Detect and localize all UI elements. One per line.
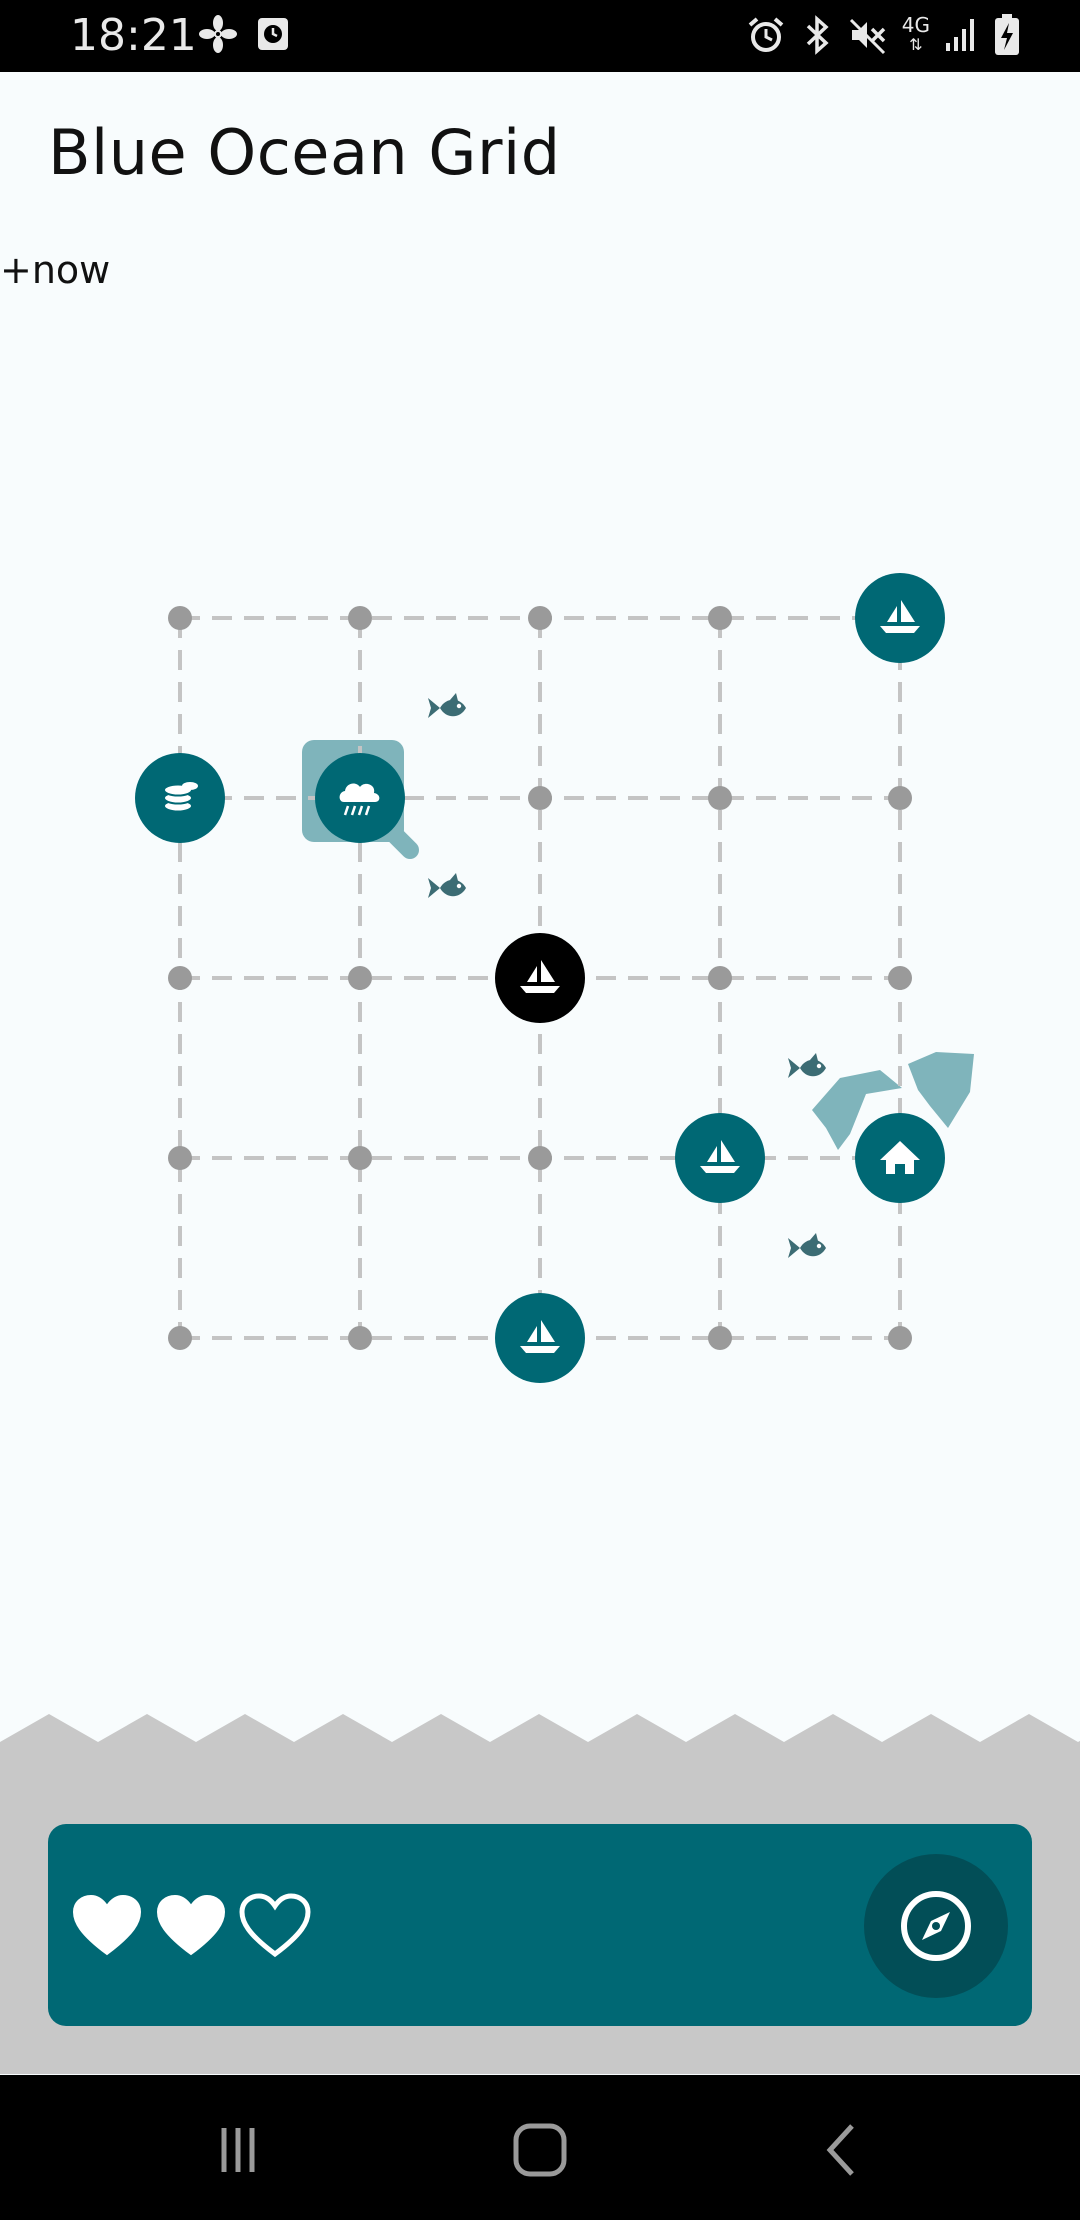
grid-node[interactable] (348, 1146, 372, 1170)
board-token[interactable] (135, 753, 225, 843)
grid-node[interactable] (708, 606, 732, 630)
fish-icon (788, 1233, 826, 1258)
grid-node[interactable] (348, 606, 372, 630)
recent-apps-icon (221, 2128, 255, 2172)
grid-node[interactable] (528, 786, 552, 810)
heart-full-icon (156, 1894, 226, 1956)
grid-node[interactable] (168, 966, 192, 990)
grid-node[interactable] (888, 1326, 912, 1350)
token-circle (495, 933, 585, 1023)
grid-node[interactable] (168, 1146, 192, 1170)
grid-node[interactable] (708, 1326, 732, 1350)
bottom-panel (48, 1824, 1032, 2026)
fish-icon (428, 873, 466, 898)
grid-node[interactable] (528, 1146, 552, 1170)
grid-node[interactable] (708, 966, 732, 990)
heart-empty-icon (239, 1893, 311, 1958)
game-screen: 18:21 4G ⇅ Blue Ocean Grid +now (0, 0, 1080, 2220)
grid-node[interactable] (348, 1326, 372, 1350)
heart-full-icon (72, 1894, 142, 1956)
grid-node[interactable] (168, 606, 192, 630)
fish-layer (428, 693, 826, 1258)
board-token[interactable] (855, 1113, 945, 1203)
home-nav-button[interactable] (500, 2115, 580, 2185)
board-token[interactable] (675, 1113, 765, 1203)
fish-icon (788, 1053, 826, 1078)
board-token[interactable] (495, 1293, 585, 1383)
token-circle (675, 1113, 765, 1203)
home-nav-icon (513, 2123, 567, 2177)
back-button[interactable] (802, 2115, 882, 2185)
grid-node[interactable] (168, 1326, 192, 1350)
grid-node[interactable] (348, 966, 372, 990)
board-token[interactable] (315, 753, 405, 843)
grid-node[interactable] (888, 786, 912, 810)
lives-indicator (70, 1892, 312, 1960)
back-icon (826, 2124, 854, 2176)
system-navigation-bar (0, 2075, 1080, 2220)
board-token[interactable] (495, 933, 585, 1023)
board-token[interactable] (855, 573, 945, 663)
grid-node[interactable] (528, 606, 552, 630)
grid-node[interactable] (888, 966, 912, 990)
fish-icon (428, 693, 466, 718)
compass-button[interactable] (864, 1854, 1008, 1998)
grid-node[interactable] (708, 786, 732, 810)
compass-icon (901, 1891, 971, 1961)
token-circle (855, 573, 945, 663)
token-circle (495, 1293, 585, 1383)
recent-apps-button[interactable] (198, 2115, 278, 2185)
